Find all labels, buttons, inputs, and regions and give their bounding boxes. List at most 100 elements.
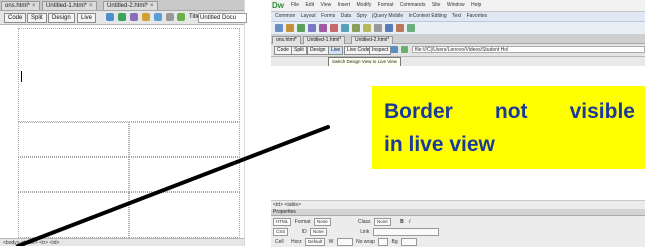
menu-insert[interactable]: Insert bbox=[338, 2, 351, 8]
html-button[interactable]: HTML bbox=[273, 217, 292, 226]
format-select[interactable]: None bbox=[313, 217, 331, 226]
menu-help[interactable]: Help bbox=[471, 2, 481, 8]
text-cursor bbox=[21, 71, 22, 82]
close-icon[interactable]: × bbox=[32, 3, 36, 9]
table-cell[interactable] bbox=[129, 192, 240, 238]
insert-tab-incontext[interactable]: InContext Editing bbox=[409, 13, 447, 19]
date-icon[interactable] bbox=[352, 24, 360, 32]
design-view-window: ons.html* × Untitled-1.html* × Untitled-2.… bbox=[0, 0, 247, 246]
menu-commands[interactable]: Commands bbox=[400, 2, 426, 8]
note-line-2: in live view bbox=[384, 133, 495, 156]
script-icon[interactable] bbox=[396, 24, 404, 32]
tab-untitled-1[interactable]: Untitled-1.html* bbox=[303, 36, 346, 44]
menu-site[interactable]: Site bbox=[432, 2, 441, 8]
insert-tab-common[interactable]: Common bbox=[275, 13, 295, 19]
link-input[interactable] bbox=[372, 227, 439, 236]
preview-browser-icon[interactable] bbox=[118, 13, 126, 21]
italic-icon[interactable]: I bbox=[409, 219, 410, 225]
code-view-button[interactable]: Code bbox=[4, 13, 27, 23]
table-icon[interactable] bbox=[308, 24, 316, 32]
nowrap-label: No wrap bbox=[356, 239, 375, 245]
design-view-button[interactable]: Design bbox=[48, 13, 75, 23]
id-select[interactable]: None bbox=[310, 227, 327, 236]
bg-color-input[interactable] bbox=[401, 237, 418, 246]
id-label: ID bbox=[301, 229, 307, 235]
email-link-icon[interactable] bbox=[286, 24, 294, 32]
close-icon[interactable]: × bbox=[150, 3, 154, 9]
refresh-icon[interactable] bbox=[177, 13, 185, 21]
table-cell[interactable] bbox=[18, 122, 129, 157]
split-view-button[interactable]: Split bbox=[27, 13, 47, 23]
insert-tab-jquery-mobile[interactable]: jQuery Mobile bbox=[372, 13, 403, 19]
menu-format[interactable]: Format bbox=[378, 2, 394, 8]
tab-untitled-2[interactable]: Untitled-2.html* × bbox=[103, 1, 158, 10]
insert-icon-row bbox=[271, 22, 645, 35]
template-icon[interactable] bbox=[407, 24, 415, 32]
browser-navigation-icon[interactable] bbox=[391, 46, 398, 53]
refresh-icon[interactable] bbox=[401, 46, 408, 53]
insert-tab-spry[interactable]: Spry bbox=[357, 13, 367, 19]
live-view-button[interactable]: Live bbox=[77, 13, 97, 23]
inspect-button[interactable]: Inspect bbox=[369, 46, 392, 55]
address-bar[interactable]: file:///C|/Users/Lenovo/Videos/Student H… bbox=[412, 46, 645, 53]
class-label: Class bbox=[358, 219, 371, 225]
image-icon[interactable] bbox=[330, 24, 338, 32]
css-button[interactable]: CSS bbox=[273, 227, 289, 236]
format-label: Format bbox=[294, 219, 311, 225]
comment-icon[interactable] bbox=[374, 24, 382, 32]
insert-tab-favorites[interactable]: Favorites bbox=[467, 13, 488, 19]
menu-window[interactable]: Window bbox=[447, 2, 465, 8]
bold-icon[interactable]: B bbox=[400, 219, 404, 225]
tooltip: Switch Design View to Live View bbox=[328, 57, 401, 66]
table-cell[interactable] bbox=[129, 122, 240, 157]
live-view-button[interactable]: Live bbox=[328, 46, 344, 55]
head-icon[interactable] bbox=[385, 24, 393, 32]
visual-aids-icon[interactable] bbox=[166, 13, 174, 21]
file-management-icon[interactable] bbox=[130, 13, 138, 21]
insert-tab-layout[interactable]: Layout bbox=[301, 13, 316, 19]
menu-file[interactable]: File bbox=[291, 2, 299, 8]
insert-tab-text[interactable]: Text bbox=[452, 13, 461, 19]
check-browser-icon[interactable] bbox=[154, 13, 162, 21]
code-view-button[interactable]: Code bbox=[274, 46, 292, 55]
tab-ons[interactable]: ons.html* × bbox=[1, 1, 40, 10]
table-cell[interactable] bbox=[18, 192, 129, 238]
media-icon[interactable] bbox=[341, 24, 349, 32]
design-view-button[interactable]: Design bbox=[307, 46, 329, 55]
table-cell-top[interactable] bbox=[18, 28, 240, 122]
menu-modify[interactable]: Modify bbox=[357, 2, 372, 8]
tag-selector[interactable]: <body> <table> <tr> <td> bbox=[0, 238, 244, 246]
close-icon[interactable]: × bbox=[89, 3, 93, 9]
insert-tab-forms[interactable]: Forms bbox=[321, 13, 335, 19]
w3c-validation-icon[interactable] bbox=[142, 13, 150, 21]
class-select[interactable]: None bbox=[373, 217, 391, 226]
insert-tab-data[interactable]: Data bbox=[341, 13, 352, 19]
table-cell[interactable] bbox=[18, 157, 129, 192]
properties-row: HTML Format None Class None B I bbox=[271, 217, 645, 227]
table-cell[interactable] bbox=[129, 157, 240, 192]
design-canvas[interactable] bbox=[18, 28, 240, 238]
horz-select[interactable]: Default bbox=[304, 237, 326, 246]
split-view-button[interactable]: Split bbox=[291, 46, 307, 55]
document-tab-bar: ons.html* Untitled-1.html* Untitled-2.ht… bbox=[271, 35, 645, 44]
server-include-icon[interactable] bbox=[363, 24, 371, 32]
tag-selector[interactable]: <td> <table> bbox=[273, 202, 301, 209]
multiscreen-icon[interactable] bbox=[106, 13, 114, 21]
tab-untitled-2[interactable]: Untitled-2.html* bbox=[351, 36, 394, 44]
width-input[interactable] bbox=[336, 237, 353, 246]
title-input[interactable]: Untitled Docu bbox=[198, 13, 247, 23]
annotation-note: Border not visible in live view bbox=[372, 86, 645, 169]
properties-panel-header: Properties bbox=[271, 209, 645, 216]
menu-view[interactable]: View bbox=[320, 2, 331, 8]
horz-label: Horz bbox=[291, 239, 302, 245]
hyperlink-icon[interactable] bbox=[275, 24, 283, 32]
tab-label: ons.html* bbox=[5, 3, 31, 9]
menu-list: File Edit View Insert Modify Format Comm… bbox=[291, 2, 486, 9]
div-icon[interactable] bbox=[319, 24, 327, 32]
nowrap-checkbox[interactable] bbox=[378, 237, 389, 246]
document-toolbar: Code Split Design Live Title: Untitled D… bbox=[0, 11, 247, 25]
menu-edit[interactable]: Edit bbox=[305, 2, 314, 8]
tab-untitled-1[interactable]: Untitled-1.html* × bbox=[42, 1, 97, 10]
anchor-icon[interactable] bbox=[297, 24, 305, 32]
tab-ons[interactable]: ons.html* bbox=[272, 36, 301, 44]
